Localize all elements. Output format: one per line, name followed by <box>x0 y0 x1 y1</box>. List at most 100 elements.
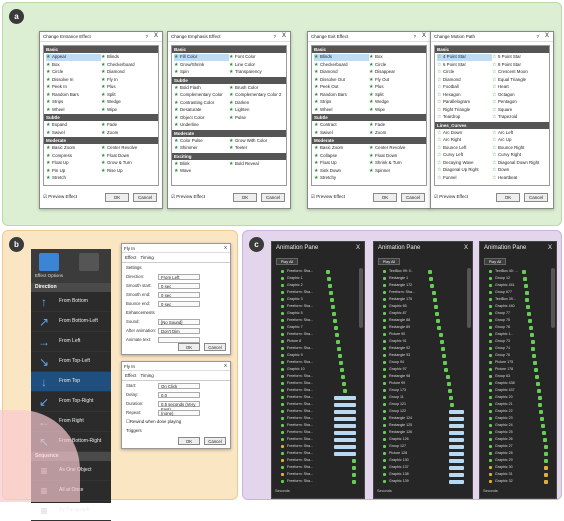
animation-row[interactable]: Freeform: Sha... <box>274 457 358 464</box>
timeline-bar[interactable] <box>535 381 540 386</box>
direction-item[interactable]: ↙ From Top-Right <box>31 392 111 412</box>
timeline-bar[interactable] <box>351 465 356 470</box>
animation-row[interactable]: Freeform: Sha... <box>274 373 358 380</box>
effect-item[interactable]: ☆ Equal Triangle <box>492 77 547 84</box>
effect-item[interactable]: ★ Spin <box>174 69 229 76</box>
animation-row[interactable]: Freeform: Sha... <box>274 345 358 352</box>
tab[interactable]: Effect <box>125 255 136 260</box>
tab[interactable]: Effect <box>125 373 136 378</box>
animation-list[interactable]: TextBox 40: ... Group 12 Graphic 441 Group … <box>482 268 550 484</box>
timeline-bar[interactable] <box>326 269 330 274</box>
effect-options-label[interactable]: Effect Options <box>35 273 63 278</box>
effect-item[interactable]: ★ Bold Flash <box>174 85 229 92</box>
effect-item[interactable]: ★ Blink <box>174 161 229 168</box>
effect-item[interactable]: ★ Zoom <box>369 130 424 137</box>
setting-field[interactable]: 0 sec <box>158 300 200 307</box>
animation-row[interactable]: Rectangle 126 <box>376 429 466 436</box>
animation-row[interactable]: Graphic 23 <box>482 415 550 422</box>
effect-item[interactable]: ★ Swivel <box>314 130 369 137</box>
effect-item[interactable]: ☆ Down <box>492 167 547 174</box>
effect-item[interactable]: ★ Disappear <box>369 69 424 76</box>
effect-item[interactable]: ☆ Trapezoid <box>492 114 547 121</box>
animation-row[interactable]: Group 11 <box>376 394 466 401</box>
effect-item[interactable]: ★ Plus <box>369 84 424 91</box>
timeline-bar[interactable] <box>351 458 356 463</box>
animation-row[interactable]: Freeform: Sha... <box>274 415 358 422</box>
effect-item[interactable]: ★ Object Color <box>174 115 229 122</box>
timeline-bar[interactable] <box>448 437 465 442</box>
effect-item[interactable]: ★ Transparency <box>229 69 284 76</box>
effect-item[interactable]: ☆ Crescent Moon <box>492 69 547 76</box>
effect-item[interactable]: ★ Contract <box>314 122 369 129</box>
effect-item[interactable]: ★ Zoom <box>101 130 156 137</box>
effect-item[interactable]: ★ Spinner <box>369 168 424 175</box>
animation-row[interactable]: Graphic 438 <box>482 380 550 387</box>
close-icon[interactable]: X <box>154 33 158 39</box>
timeline-bar[interactable] <box>538 402 543 407</box>
timeline-bar[interactable] <box>432 297 437 302</box>
effect-item[interactable]: ★ Font Color <box>229 54 284 61</box>
animation-row[interactable]: Group 76 <box>482 352 550 359</box>
timeline-bar[interactable] <box>448 465 465 470</box>
effect-item[interactable]: ★ Dissolve Out <box>314 77 369 84</box>
effect-item[interactable]: ★ Sink Down <box>314 168 369 175</box>
animation-row[interactable]: TextBox 99: 0.. <box>376 268 466 275</box>
effect-item[interactable]: ☆ Decaying Wave <box>437 160 492 167</box>
effect-item[interactable]: ★ Color Pulse <box>174 138 229 145</box>
animation-row[interactable]: Freeform: Sha... <box>274 303 358 310</box>
timeline-bar[interactable] <box>541 430 546 435</box>
animation-row[interactable]: Picture 90 <box>376 331 466 338</box>
effect-options-icon[interactable] <box>39 253 59 271</box>
animation-row[interactable]: Graphic 22 <box>482 408 550 415</box>
timeline-bar[interactable] <box>449 395 454 400</box>
add-animation-icon[interactable] <box>79 253 99 271</box>
animation-row[interactable]: Graphic 65 <box>376 303 466 310</box>
effect-item[interactable]: ★ Rise Up <box>101 168 156 175</box>
effect-item[interactable]: ★ Dissolve In <box>46 77 101 84</box>
effect-item[interactable]: ★ Swivel <box>46 130 101 137</box>
direction-item[interactable]: → From Left <box>31 332 111 352</box>
effect-item[interactable]: ★ Grow & Turn <box>101 160 156 167</box>
timeline-bar[interactable] <box>333 325 338 330</box>
timeline-bar[interactable] <box>524 290 529 295</box>
effect-item[interactable]: ☆ Arc Down <box>437 130 492 137</box>
direction-item[interactable]: ↗ From Bottom-Left <box>31 312 111 332</box>
effect-item[interactable]: ★ Circle <box>369 62 424 69</box>
effect-item[interactable]: ★ Complementary Color 2 <box>229 92 284 99</box>
timeline-bar[interactable] <box>342 388 347 393</box>
timeline-bar[interactable] <box>528 318 533 323</box>
effect-item[interactable]: ☆ Diagonal Down Right <box>492 160 547 167</box>
timeline-bar[interactable] <box>522 269 526 274</box>
preview-checkbox[interactable]: ☑ Preview Effect <box>434 194 468 200</box>
effect-item[interactable]: ★ Float Up <box>46 160 101 167</box>
timeline-bar[interactable] <box>543 444 548 449</box>
cancel-button[interactable]: Cancel <box>261 193 285 202</box>
timeline-bar[interactable] <box>334 416 357 421</box>
help-button[interactable]: ? <box>145 34 148 39</box>
timeline-bar[interactable] <box>334 423 357 428</box>
timeline-bar[interactable] <box>334 430 357 435</box>
timeline-bar[interactable] <box>341 381 346 386</box>
effect-item[interactable]: ☆ Diagonal Up Right <box>437 167 492 174</box>
animation-list[interactable]: TextBox 99: 0.. Rectangle 1 Rectangle 172 F… <box>376 268 466 484</box>
play-all-button[interactable]: Play All <box>378 258 400 265</box>
effect-item[interactable]: ☆ Square <box>492 107 547 114</box>
effect-item[interactable]: ★ Random Bars <box>314 92 369 99</box>
animation-row[interactable]: Graphic 7 <box>274 324 358 331</box>
effect-item[interactable]: ★ Wave <box>174 168 229 175</box>
effect-item[interactable]: ☆ Hexagon <box>437 92 492 99</box>
cancel-button[interactable]: Cancel <box>133 193 157 202</box>
effect-item[interactable]: ★ Center Revolve <box>101 145 156 152</box>
effect-item[interactable]: ★ Float Up <box>314 160 369 167</box>
timeline-bar[interactable] <box>327 283 332 288</box>
animation-row[interactable]: Picture 128 <box>376 450 466 457</box>
close-icon[interactable]: X <box>224 245 227 250</box>
timeline-bar[interactable] <box>522 276 527 281</box>
effect-item[interactable]: ★ Diamond <box>101 69 156 76</box>
animation-row[interactable]: Freeform: Sha... <box>274 380 358 387</box>
animation-row[interactable]: Graphic 3 <box>274 296 358 303</box>
timeline-bar[interactable] <box>448 472 465 477</box>
animation-row[interactable]: Group 73 <box>482 338 550 345</box>
effect-item[interactable]: ☆ Heart <box>492 84 547 91</box>
effect-list[interactable]: Basic ★ Blinds ★ Box ★ Checkerboard ★ Circle ★ Dia… <box>311 45 427 186</box>
